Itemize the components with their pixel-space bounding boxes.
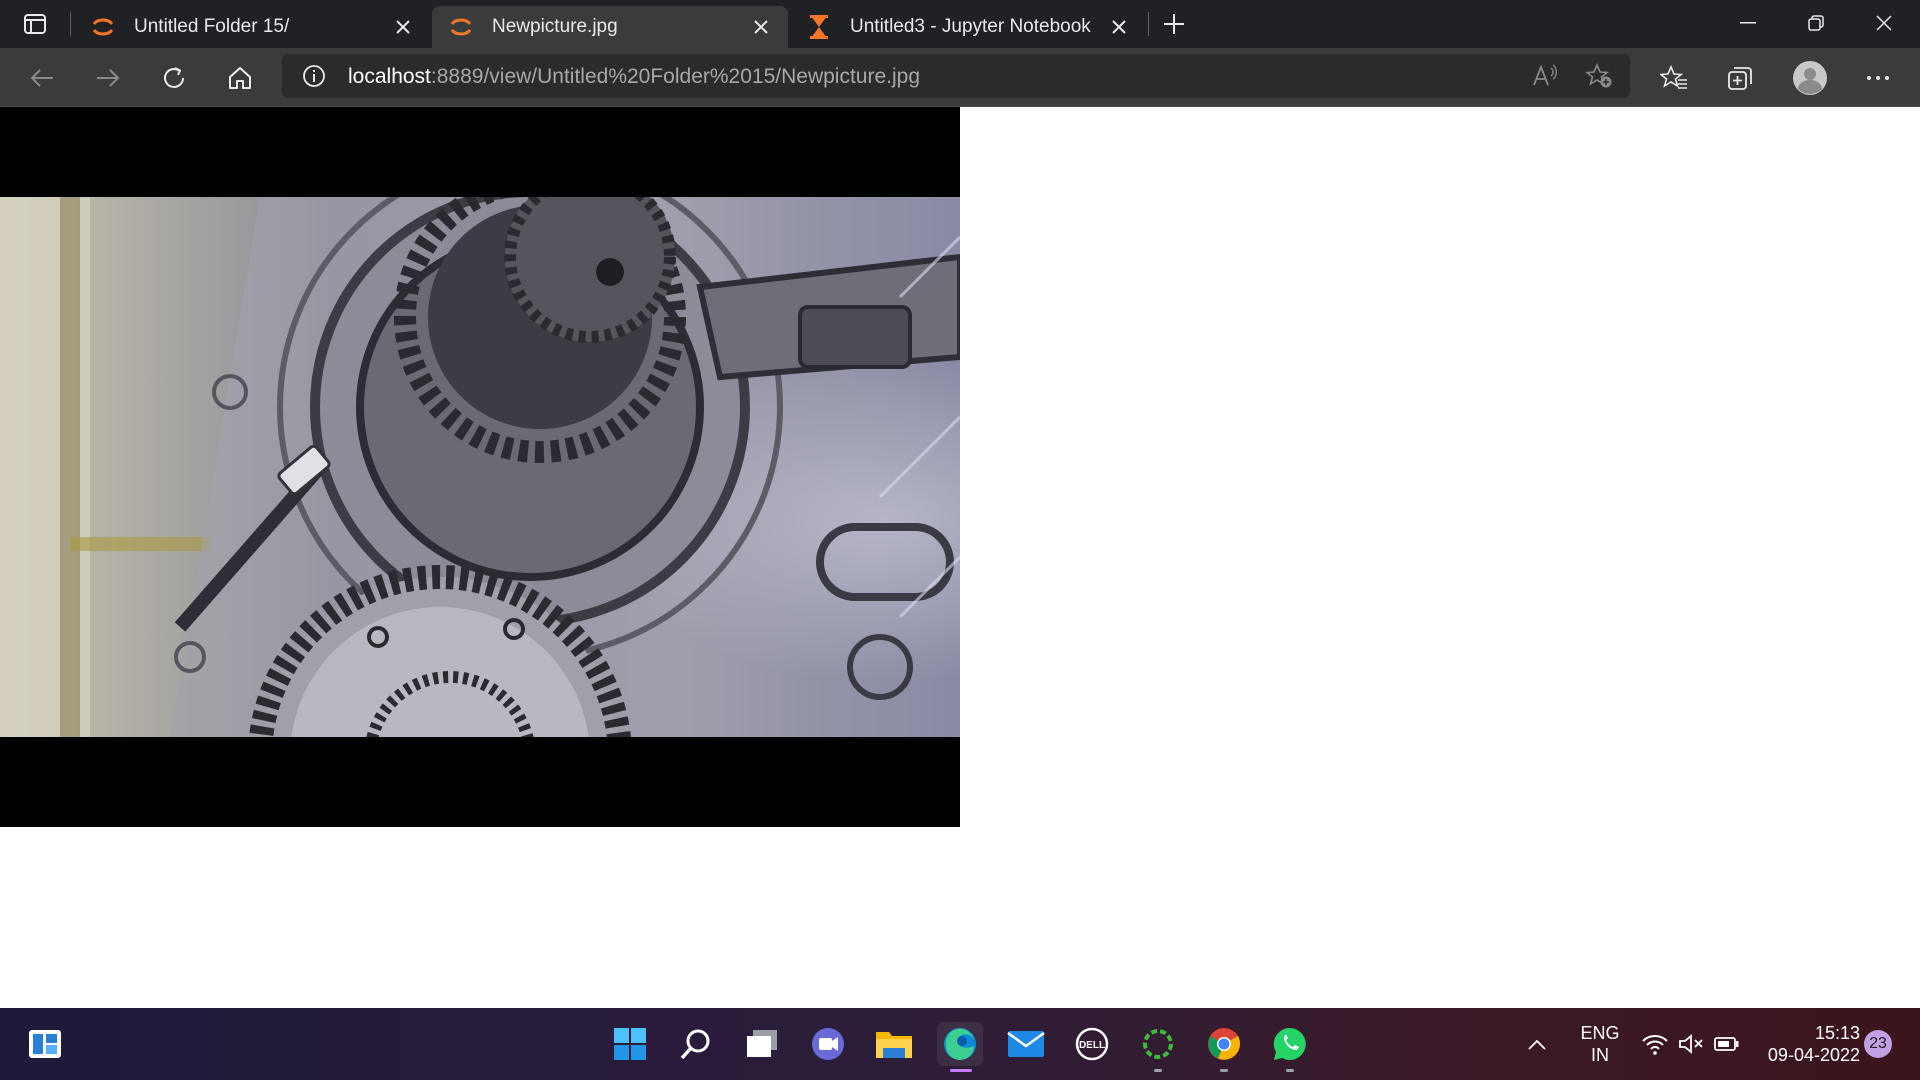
profile-avatar[interactable]	[1790, 58, 1830, 98]
whatsapp-icon[interactable]	[1267, 1022, 1313, 1072]
task-view-icon[interactable]	[739, 1022, 785, 1066]
running-indicator	[950, 1069, 972, 1072]
tab-bar: Untitled Folder 15/ Newpicture.jpg Untit…	[0, 0, 1920, 48]
chevron-up-icon[interactable]	[1524, 1022, 1550, 1066]
tab-actions-icon[interactable]	[18, 10, 52, 38]
volume-muted-icon[interactable]	[1676, 1022, 1706, 1066]
add-favorite-icon[interactable]	[1584, 62, 1614, 90]
tab-title: Untitled Folder 15/	[134, 16, 290, 37]
tab-untitled-folder[interactable]: Untitled Folder 15/	[74, 6, 430, 48]
clock[interactable]: 15:13 09-04-2022	[1756, 1022, 1860, 1066]
widgets-icon[interactable]	[22, 1022, 68, 1066]
tab-separator	[1148, 12, 1149, 36]
displayed-image	[0, 197, 960, 737]
notification-badge[interactable]: 23	[1864, 1030, 1892, 1058]
loading-app-icon[interactable]	[1135, 1022, 1181, 1072]
tab-title: Newpicture.jpg	[492, 16, 618, 37]
favorites-icon[interactable]	[1656, 60, 1692, 96]
back-arrow-icon[interactable]	[24, 60, 60, 96]
start-icon[interactable]	[607, 1022, 653, 1066]
site-info-icon[interactable]	[300, 62, 328, 90]
url-host: localhost	[348, 65, 431, 88]
input-language[interactable]: ENG IN	[1572, 1022, 1628, 1066]
language-code: ENG	[1580, 1023, 1620, 1043]
close-icon[interactable]	[748, 14, 774, 40]
minimize-icon[interactable]	[1714, 0, 1782, 46]
edge-icon[interactable]	[937, 1022, 983, 1072]
close-icon[interactable]	[1106, 14, 1132, 40]
image-viewer	[0, 107, 960, 827]
mail-icon[interactable]	[1003, 1022, 1049, 1066]
battery-icon[interactable]	[1712, 1022, 1742, 1066]
close-window-icon[interactable]	[1850, 0, 1918, 46]
search-icon[interactable]	[673, 1022, 719, 1066]
clock-date: 09-04-2022	[1767, 1045, 1860, 1065]
jupyter-icon	[448, 14, 474, 40]
refresh-icon[interactable]	[156, 60, 192, 96]
tab-untitled3-notebook[interactable]: Untitled3 - Jupyter Notebook	[790, 6, 1146, 48]
tab-title: Untitled3 - Jupyter Notebook	[850, 16, 1091, 37]
tab-newpicture[interactable]: Newpicture.jpg	[432, 6, 788, 48]
tab-separator	[70, 12, 71, 36]
address-bar[interactable]: localhost:8889/view/Untitled%20Folder%20…	[282, 54, 1630, 98]
read-aloud-icon[interactable]	[1530, 62, 1560, 90]
hourglass-busy-icon	[806, 14, 832, 40]
restore-icon[interactable]	[1782, 0, 1850, 46]
running-indicator	[1220, 1069, 1228, 1072]
jupyter-icon	[90, 14, 116, 40]
region-code: IN	[1591, 1045, 1609, 1065]
close-icon[interactable]	[390, 14, 416, 40]
wifi-icon[interactable]	[1640, 1022, 1670, 1066]
file-explorer-icon[interactable]	[871, 1022, 917, 1066]
home-icon[interactable]	[222, 60, 258, 96]
more-options-icon[interactable]	[1860, 60, 1896, 96]
windows-taskbar: DELL ENG IN 15:13 09-04-2022	[0, 1008, 1920, 1080]
url-text: localhost:8889/view/Untitled%20Folder%20…	[348, 65, 920, 89]
clock-time: 15:13	[1814, 1023, 1860, 1043]
dell-icon[interactable]: DELL	[1069, 1022, 1115, 1066]
new-tab-icon[interactable]	[1158, 8, 1190, 40]
chat-icon[interactable]	[805, 1022, 851, 1066]
running-indicator	[1154, 1069, 1162, 1072]
chrome-icon[interactable]	[1201, 1022, 1247, 1072]
browser-toolbar: localhost:8889/view/Untitled%20Folder%20…	[0, 48, 1920, 107]
collections-icon[interactable]	[1722, 60, 1758, 96]
url-path: :8889/view/Untitled%20Folder%2015/Newpic…	[430, 65, 921, 88]
svg-text:DELL: DELL	[1079, 1040, 1105, 1051]
forward-arrow-icon[interactable]	[90, 60, 126, 96]
running-indicator	[1286, 1069, 1294, 1072]
